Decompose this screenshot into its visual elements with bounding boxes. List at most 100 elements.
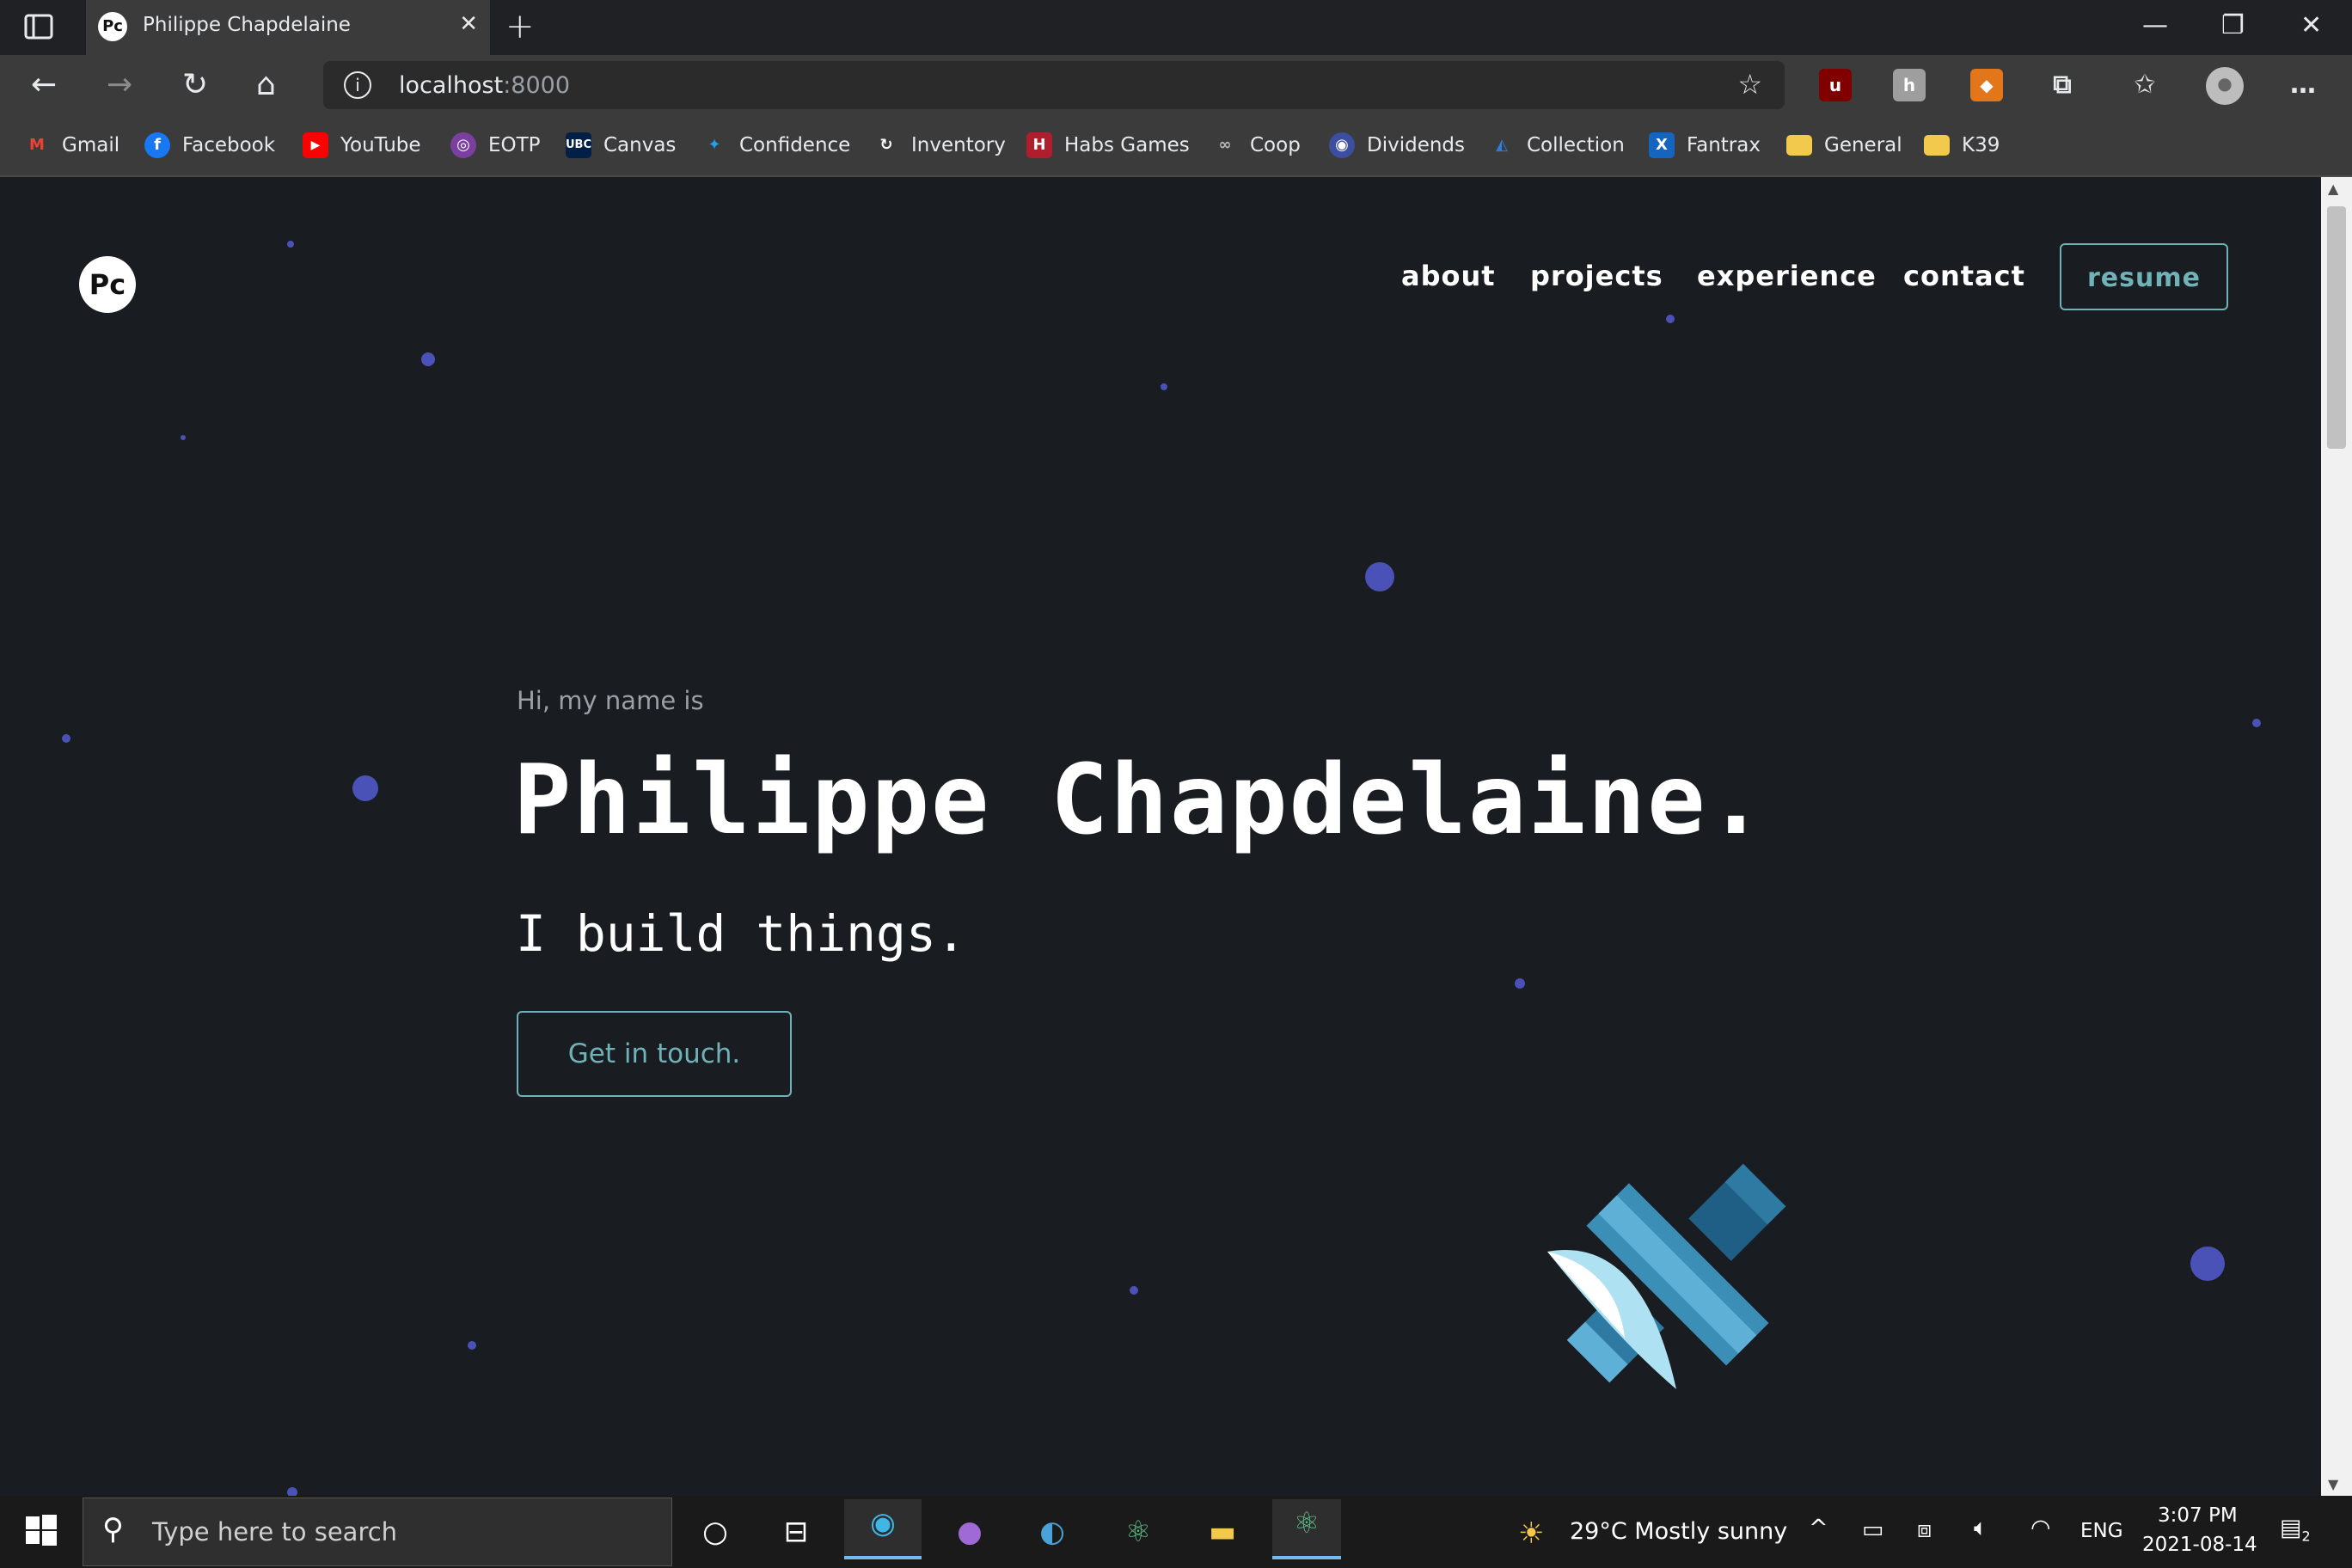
wifi-icon[interactable]: ◠ <box>2030 1515 2051 1541</box>
restore-icon[interactable]: ❐ <box>2221 10 2245 40</box>
windows-start-icon[interactable] <box>26 1515 57 1546</box>
bookmark-facebook[interactable]: f Facebook <box>144 131 275 160</box>
bookmark-folder-k39[interactable]: K39 <box>1924 131 2000 160</box>
site-favicon-icon: Pc <box>98 12 127 41</box>
bookmark-gmail[interactable]: M Gmail <box>24 131 119 160</box>
bookmark-label: Dividends <box>1367 134 1466 156</box>
coop-icon: ∞ <box>1218 136 1232 154</box>
cortana-icon[interactable]: ○ <box>691 1508 739 1556</box>
star-icon <box>352 775 378 801</box>
search-placeholder: Type here to search <box>152 1517 398 1547</box>
bookmark-label: YouTube <box>340 134 421 156</box>
search-icon: ⚲ <box>102 1512 124 1547</box>
bookmark-label: Coop <box>1250 134 1301 156</box>
bookmark-youtube[interactable]: ▶ YouTube <box>303 131 421 160</box>
profile-avatar-icon[interactable]: ● <box>2206 67 2244 105</box>
bookmark-label: EOTP <box>488 134 541 156</box>
clock-time[interactable]: 3:07 PM <box>2158 1504 2238 1527</box>
atom-taskbar-icon[interactable]: ⚛ <box>1114 1508 1162 1556</box>
address-bar[interactable]: i localhost:8000 ☆ <box>323 61 1785 109</box>
bookmark-label: K39 <box>1962 134 2000 156</box>
extensions-icon[interactable]: ⧉ <box>2046 69 2079 101</box>
back-icon[interactable]: ← <box>31 67 57 102</box>
nav-projects[interactable]: projects <box>1530 260 1663 292</box>
url-text[interactable]: localhost:8000 <box>399 72 570 99</box>
tab-close-icon[interactable]: ✕ <box>459 11 478 37</box>
tab-bar: Pc Philippe Chapdelaine ✕ + — ❐ ✕ <box>0 0 2352 55</box>
collection-icon: ◭ <box>1496 136 1508 154</box>
star-icon <box>1666 315 1675 323</box>
language-indicator[interactable]: ENG <box>2080 1520 2123 1542</box>
scroll-down-icon[interactable]: ▼ <box>2328 1476 2338 1492</box>
site-info-icon[interactable]: i <box>344 71 371 99</box>
extension-gray-icon[interactable]: h <box>1893 69 1926 101</box>
browser-tab[interactable]: Pc Philippe Chapdelaine ✕ <box>86 0 490 55</box>
scroll-up-icon[interactable]: ▲ <box>2328 181 2338 197</box>
weather-icon[interactable]: ☀ <box>1518 1516 1544 1551</box>
volume-icon[interactable]: 🔈︎ <box>1974 1515 1988 1542</box>
github-taskbar-icon[interactable]: ● <box>946 1508 994 1556</box>
nav-experience[interactable]: experience <box>1697 260 1877 292</box>
favorites-icon[interactable]: ✩ <box>2128 69 2161 101</box>
bookmark-collection[interactable]: ◭ Collection <box>1489 131 1625 160</box>
reload-icon[interactable]: ↻ <box>182 67 208 102</box>
nav-about[interactable]: about <box>1401 260 1496 292</box>
hero-tagline: I build things. <box>516 904 966 963</box>
tab-actions-icon[interactable] <box>24 14 53 40</box>
ubc-icon: UBC <box>566 132 591 158</box>
portfolio-page: Pc about projects experience contact res… <box>0 177 2321 1496</box>
star-icon <box>2252 719 2261 727</box>
url-port: :8000 <box>503 72 571 99</box>
dividends-icon: ◉ <box>1329 132 1355 158</box>
bookmark-folder-general[interactable]: General <box>1786 131 1902 160</box>
steam-taskbar-icon[interactable]: ◐ <box>1028 1508 1076 1556</box>
notifications-icon[interactable]: ▤2 <box>2280 1515 2311 1544</box>
resume-button[interactable]: resume <box>2060 243 2228 310</box>
more-options-icon[interactable]: … <box>2287 69 2319 101</box>
star-icon <box>1365 562 1394 591</box>
home-icon[interactable]: ⌂ <box>256 67 276 102</box>
bookmark-inventory[interactable]: ↻ Inventory <box>873 131 1005 160</box>
bookmark-habs-games[interactable]: H Habs Games <box>1026 131 1190 160</box>
bookmark-label: Fantrax <box>1687 134 1761 156</box>
minimize-icon[interactable]: — <box>2142 10 2168 40</box>
show-hidden-icons-icon[interactable]: ^ <box>1809 1515 1828 1541</box>
star-icon <box>468 1341 476 1350</box>
display-icon[interactable]: ⧈ <box>1917 1516 1932 1544</box>
notification-count: 2 <box>2301 1528 2311 1545</box>
metamask-icon[interactable]: ◆ <box>1970 69 2003 101</box>
battery-icon[interactable]: ▭ <box>1862 1516 1884 1543</box>
hero-greeting: Hi, my name is <box>517 686 704 715</box>
new-tab-icon[interactable]: + <box>505 7 535 46</box>
weather-text[interactable]: 29°C Mostly sunny <box>1570 1518 1787 1545</box>
ublock-icon[interactable]: u <box>1819 69 1852 101</box>
page-scrollbar[interactable]: ▲ ▼ <box>2321 177 2352 1496</box>
bookmark-canvas[interactable]: UBC Canvas <box>566 131 676 160</box>
inventory-icon: ↻ <box>879 136 893 154</box>
star-icon <box>181 435 186 440</box>
bookmark-confidence[interactable]: ✦ Confidence <box>701 131 850 160</box>
fantrax-icon: X <box>1649 132 1675 158</box>
taskbar-search-box[interactable]: ⚲ Type here to search <box>83 1498 672 1566</box>
edge-taskbar-icon[interactable]: ◉ <box>844 1499 922 1559</box>
nav-contact[interactable]: contact <box>1903 260 2025 292</box>
habs-icon: H <box>1026 132 1052 158</box>
site-logo[interactable]: Pc <box>79 256 136 313</box>
scrollbar-thumb[interactable] <box>2327 206 2346 449</box>
bookmark-coop[interactable]: ∞ Coop <box>1212 131 1301 160</box>
forward-icon[interactable]: → <box>107 67 132 102</box>
get-in-touch-button[interactable]: Get in touch. <box>517 1011 792 1097</box>
bookmark-dividends[interactable]: ◉ Dividends <box>1329 131 1465 160</box>
atom-taskbar-icon-active[interactable]: ⚛ <box>1272 1499 1341 1559</box>
star-icon <box>62 734 70 743</box>
file-explorer-icon[interactable]: ▬ <box>1198 1508 1246 1556</box>
clock-date[interactable]: 2021-08-14 <box>2142 1534 2257 1556</box>
folder-icon <box>1786 135 1812 156</box>
bookmark-fantrax[interactable]: X Fantrax <box>1649 131 1761 160</box>
add-favorite-icon[interactable]: ☆ <box>1737 68 1762 101</box>
bookmarks-bar: M Gmail f Facebook ▶ YouTube ◎ EOTP UBC Canva… <box>0 115 2352 177</box>
folder-icon <box>1924 135 1950 156</box>
task-view-icon[interactable]: ⊟ <box>772 1508 820 1556</box>
window-close-icon[interactable]: ✕ <box>2300 10 2322 40</box>
bookmark-eotp[interactable]: ◎ EOTP <box>450 131 541 160</box>
